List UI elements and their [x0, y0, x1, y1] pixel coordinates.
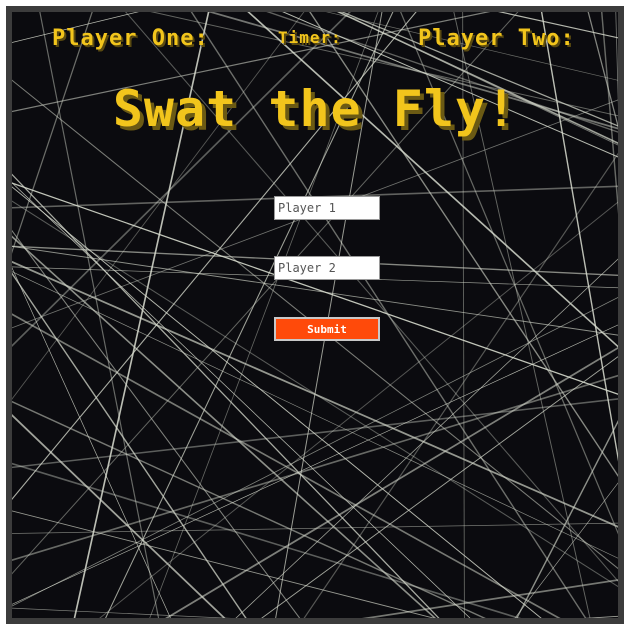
web-strand [12, 510, 435, 618]
web-strand [12, 374, 618, 562]
game-title: Swat the Fly! [112, 80, 518, 138]
game-board: Player One: Timer: Player Two: Swat the … [6, 6, 624, 624]
web-strand [235, 258, 618, 618]
player2-name-input[interactable] [274, 256, 380, 280]
submit-button[interactable]: Submit [274, 317, 380, 341]
web-strand [12, 272, 247, 618]
web-strand [247, 12, 618, 348]
web-strand [12, 400, 486, 618]
web-strand [615, 12, 618, 107]
player-two-label: Player Two: [418, 26, 575, 51]
web-strand [12, 313, 561, 618]
player-one-label: Player One: [52, 26, 209, 51]
web-strand [601, 12, 618, 215]
web-strand [12, 12, 93, 254]
web-strand [12, 271, 618, 559]
web-strand [12, 12, 305, 400]
web-strand [12, 12, 351, 347]
timer-label: Timer: [278, 28, 342, 47]
web-strand [12, 324, 618, 605]
web-strand [12, 267, 171, 618]
web-strand [361, 579, 618, 618]
player1-name-input[interactable] [274, 196, 380, 220]
